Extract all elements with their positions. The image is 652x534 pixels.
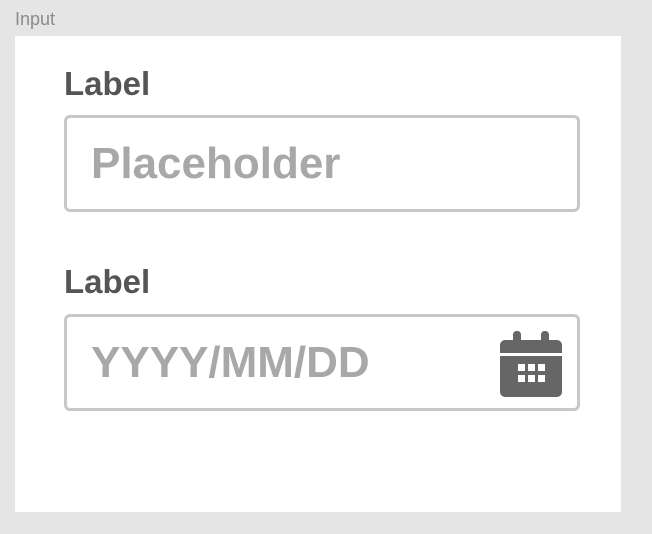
input-frame: Label Placeholder Label YYYY/MM/DD [15, 36, 621, 512]
text-field-label: Label [64, 65, 151, 102]
date-input-placeholder: YYYY/MM/DD [91, 337, 370, 387]
frame-title: Input [15, 9, 56, 29]
text-input-placeholder: Placeholder [91, 138, 341, 188]
text-input[interactable]: Placeholder [64, 115, 580, 212]
calendar-icon[interactable] [500, 331, 562, 397]
date-field-label: Label [64, 263, 151, 300]
date-input[interactable]: YYYY/MM/DD [64, 314, 580, 411]
